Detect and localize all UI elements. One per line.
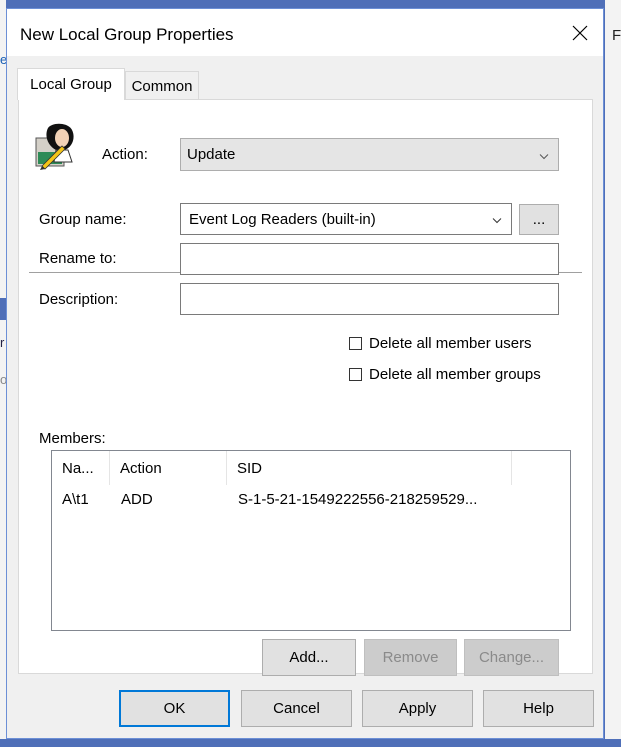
column-header-sid[interactable]: SID xyxy=(227,451,511,485)
cancel-button[interactable]: Cancel xyxy=(241,690,352,727)
tab-common[interactable]: Common xyxy=(125,71,199,100)
remove-member-button[interactable]: Remove xyxy=(364,639,457,676)
change-member-button[interactable]: Change... xyxy=(464,639,559,676)
title-bar: New Local Group Properties xyxy=(7,9,603,56)
background-window-right xyxy=(605,0,621,747)
dialog-title: New Local Group Properties xyxy=(20,25,234,44)
members-label: Members: xyxy=(39,430,106,447)
group-user-icon xyxy=(34,122,82,172)
tab-label: Common xyxy=(131,77,193,95)
remove-member-label: Remove xyxy=(382,649,439,666)
group-name-combobox[interactable]: Event Log Readers (built-in) xyxy=(180,203,512,235)
chevron-down-icon xyxy=(539,146,549,163)
column-header-name[interactable]: Na... xyxy=(52,451,109,485)
tab-label: Local Group xyxy=(30,76,112,93)
change-member-label: Change... xyxy=(478,649,545,666)
members-list[interactable]: Na... Action SID A\t1 ADD S-1-5-21-15492… xyxy=(51,450,571,631)
add-member-label: Add... xyxy=(289,649,329,666)
member-sid-cell: S-1-5-21-1549222556-218259529... xyxy=(238,491,478,508)
close-icon xyxy=(572,25,588,40)
rename-to-field[interactable] xyxy=(180,243,559,275)
background-text-fragment: r xyxy=(0,335,5,350)
ok-button[interactable]: OK xyxy=(119,690,230,727)
column-divider[interactable] xyxy=(511,451,512,485)
delete-member-users-label[interactable]: Delete all member users xyxy=(369,335,532,352)
close-button[interactable] xyxy=(557,9,603,56)
action-dropdown-value: Update xyxy=(187,146,236,163)
action-label: Action: xyxy=(102,146,148,163)
local-group-properties-dialog: New Local Group Properties Local Group C… xyxy=(6,8,604,739)
column-header-label: Na... xyxy=(62,459,94,477)
delete-member-groups-label[interactable]: Delete all member groups xyxy=(369,366,541,383)
action-dropdown[interactable]: Update xyxy=(180,138,559,171)
column-header-label: Action xyxy=(120,459,162,477)
delete-member-groups-checkbox[interactable] xyxy=(349,368,362,381)
ok-label: OK xyxy=(163,700,186,717)
column-header-action[interactable]: Action xyxy=(110,451,226,485)
table-row[interactable]: A\t1 ADD S-1-5-21-1549222556-218259529..… xyxy=(52,487,570,513)
local-group-tab-panel: Action: Update Group name: Event Log Rea… xyxy=(18,99,593,676)
add-member-button[interactable]: Add... xyxy=(262,639,356,676)
column-header-label: SID xyxy=(237,459,263,477)
group-name-label: Group name: xyxy=(39,211,127,228)
description-label: Description: xyxy=(39,291,119,308)
group-name-value: Event Log Readers (built-in) xyxy=(189,210,376,228)
browse-group-label: ... xyxy=(532,211,546,228)
delete-member-users-checkbox[interactable] xyxy=(349,337,362,350)
help-label: Help xyxy=(523,700,554,717)
member-name-cell: A\t1 xyxy=(62,491,89,508)
member-action-cell: ADD xyxy=(121,491,153,508)
description-field[interactable] xyxy=(180,283,559,315)
tab-local-group[interactable]: Local Group xyxy=(17,68,125,100)
apply-button[interactable]: Apply xyxy=(362,690,473,727)
chevron-down-icon xyxy=(492,211,502,228)
background-text-fragment: F xyxy=(612,27,621,44)
browse-group-button[interactable]: ... xyxy=(519,204,559,235)
help-button[interactable]: Help xyxy=(483,690,594,727)
desktop-background xyxy=(0,739,621,747)
cancel-label: Cancel xyxy=(273,700,320,717)
apply-label: Apply xyxy=(398,700,437,717)
rename-to-label: Rename to: xyxy=(39,250,117,267)
